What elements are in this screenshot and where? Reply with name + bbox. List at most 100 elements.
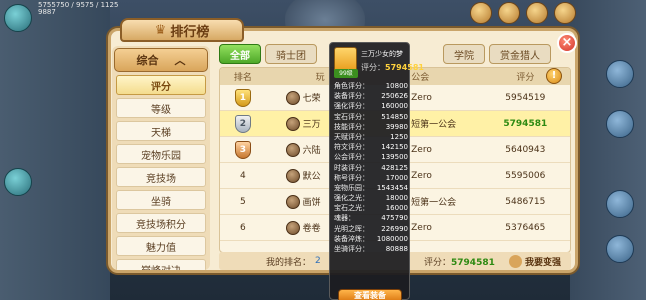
stat-row: 光明之晖： 226990 (334, 224, 408, 234)
score-breakdown: 角色评分： 10800 装备评分： 250626 强化评分： 160000 宝石评分：… (334, 81, 408, 254)
stat-value: 39980 (385, 122, 408, 131)
stat-row: 魂器： 475790 (334, 213, 408, 223)
rank-medal-bronze-icon: 3 (234, 140, 251, 159)
tab-academy[interactable]: 学院 (443, 44, 485, 64)
stat-label: 宠物乐园： (334, 183, 369, 192)
stat-value: 16000 (385, 204, 408, 213)
stat-label: 角色评分： (334, 82, 369, 90)
stat-value: 250626 (381, 92, 408, 101)
stat-row: 装备淬炼： 1080000 (334, 234, 408, 244)
stat-row: 强化评分： 160000 (334, 101, 408, 111)
player-score: 5794581 (503, 118, 548, 129)
menu-header-label: 综合 (136, 54, 159, 67)
player-score: 5595006 (505, 170, 546, 181)
attack-icon[interactable] (606, 235, 634, 263)
map-icon[interactable] (606, 60, 634, 88)
window-title-tab: ♛ 排行榜 (120, 18, 244, 42)
popup-score-label: 评分： (361, 63, 385, 72)
crown-icon: ♛ (154, 22, 167, 38)
player-avatar (285, 116, 300, 131)
player-avatar (285, 194, 300, 209)
joystick-icon[interactable] (4, 168, 32, 196)
player-score: 5376465 (505, 222, 546, 233)
stat-value: 226990 (381, 224, 408, 233)
menu-item-ladder[interactable]: 天梯 (116, 121, 206, 141)
stat-label: 强化之光： (334, 194, 369, 203)
rank-number: 4 (239, 170, 246, 181)
stat-value: 18000 (385, 194, 408, 203)
stat-row: 公会评分： 139500 (334, 152, 408, 162)
player-name: 七荣 (302, 94, 321, 104)
get-stronger-label: 我要变强 (525, 257, 562, 268)
stat-label: 装备淬炼： (334, 234, 369, 243)
player-score: 5954519 (505, 92, 546, 103)
header-rank: 排名 (233, 73, 252, 83)
stat-row: 符文评分： 142150 (334, 142, 408, 152)
tab-knights[interactable]: 骑士团 (265, 44, 317, 64)
stat-value: 1250 (390, 132, 408, 141)
menu-item-duel[interactable]: 巅峰对决 (116, 259, 206, 270)
avatar[interactable] (4, 4, 32, 32)
my-rank-label: 我的排名： (266, 257, 312, 268)
stat-row: 时装评分： 428125 (334, 163, 408, 173)
menu-item-score[interactable]: 评分 (116, 75, 206, 95)
rank-medal-gold-icon: 1 (234, 88, 251, 107)
stat-row: 角色评分： 10800 (334, 81, 408, 91)
shop-icon[interactable] (526, 2, 548, 24)
my-rank-value: 2 (315, 256, 321, 266)
tab-all[interactable]: 全部 (219, 44, 261, 64)
stat-value: 1543454 (376, 183, 408, 192)
stat-value: 142150 (381, 143, 408, 152)
stat-label: 天赋评分： (334, 132, 369, 141)
quest-icon[interactable] (606, 110, 634, 138)
stat-label: 符文评分： (334, 143, 369, 152)
menu-item-pet-park[interactable]: 宠物乐园 (116, 144, 206, 164)
skill-icon[interactable] (606, 190, 634, 218)
hud-top-icons (470, 2, 576, 24)
close-button[interactable]: × (557, 33, 577, 53)
stat-row: 强化之光： 18000 (334, 193, 408, 203)
stat-label: 宝石评分： (334, 112, 369, 121)
stat-row: 坐骑评分： 80888 (334, 244, 408, 254)
stat-row: 宠物乐园： 1543454 (334, 183, 408, 193)
my-score-label: 评分： (424, 257, 452, 268)
view-equipment-button[interactable]: 查看装备 (338, 289, 402, 300)
player-score: 5640943 (505, 144, 546, 155)
menu-item-arena-points[interactable]: 竞技场积分 (116, 213, 206, 233)
stat-label: 光明之晖： (334, 224, 369, 233)
stat-label: 魂器： (334, 214, 355, 223)
menu-item-level[interactable]: 等级 (116, 98, 206, 118)
stat-value: 139500 (381, 153, 408, 162)
get-stronger-button[interactable]: 我要变强 (509, 254, 562, 268)
stat-value: 80888 (385, 245, 408, 253)
stat-label: 公会评分： (334, 153, 369, 162)
event-icon[interactable] (470, 2, 492, 24)
gift-icon[interactable] (498, 2, 520, 24)
popup-player-name: 三万少女的梦 (361, 50, 403, 58)
stat-label: 宝石之光： (334, 204, 369, 213)
menu-item-charm[interactable]: 魅力值 (116, 236, 206, 256)
player-level: 99级 (334, 69, 358, 78)
stat-label: 技能评分： (334, 122, 369, 131)
menu-item-arena[interactable]: 竞技场 (116, 167, 206, 187)
player-name: 三万 (302, 120, 321, 130)
stat-label: 称号评分： (334, 173, 369, 182)
activity-icon[interactable] (554, 2, 576, 24)
popup-avatar: 99级 (334, 47, 358, 78)
menu-item-mount[interactable]: 坐骑 (116, 190, 206, 210)
player-name: 六陆 (302, 146, 321, 156)
category-menu: 综合 ︿ 评分 等级 天梯 宠物乐园 竞技场 坐骑 竞技场积分 魅力值 巅峰对决 (112, 46, 210, 270)
left-scene (0, 0, 110, 300)
chevron-up-icon: ︿ (174, 54, 186, 67)
player-score: 5486715 (505, 196, 546, 207)
player-name: 默公 (302, 172, 321, 182)
upgrade-icon (509, 254, 522, 268)
tab-bounty-hunter[interactable]: 赏金猎人 (489, 44, 551, 64)
stat-value: 514850 (381, 112, 408, 121)
player-avatar (285, 168, 300, 183)
menu-header[interactable]: 综合 ︿ (114, 48, 208, 72)
stat-label: 时装评分： (334, 163, 369, 172)
stat-label: 强化评分： (334, 102, 369, 111)
stat-row: 技能评分： 39980 (334, 122, 408, 132)
info-icon[interactable]: ! (546, 68, 562, 84)
